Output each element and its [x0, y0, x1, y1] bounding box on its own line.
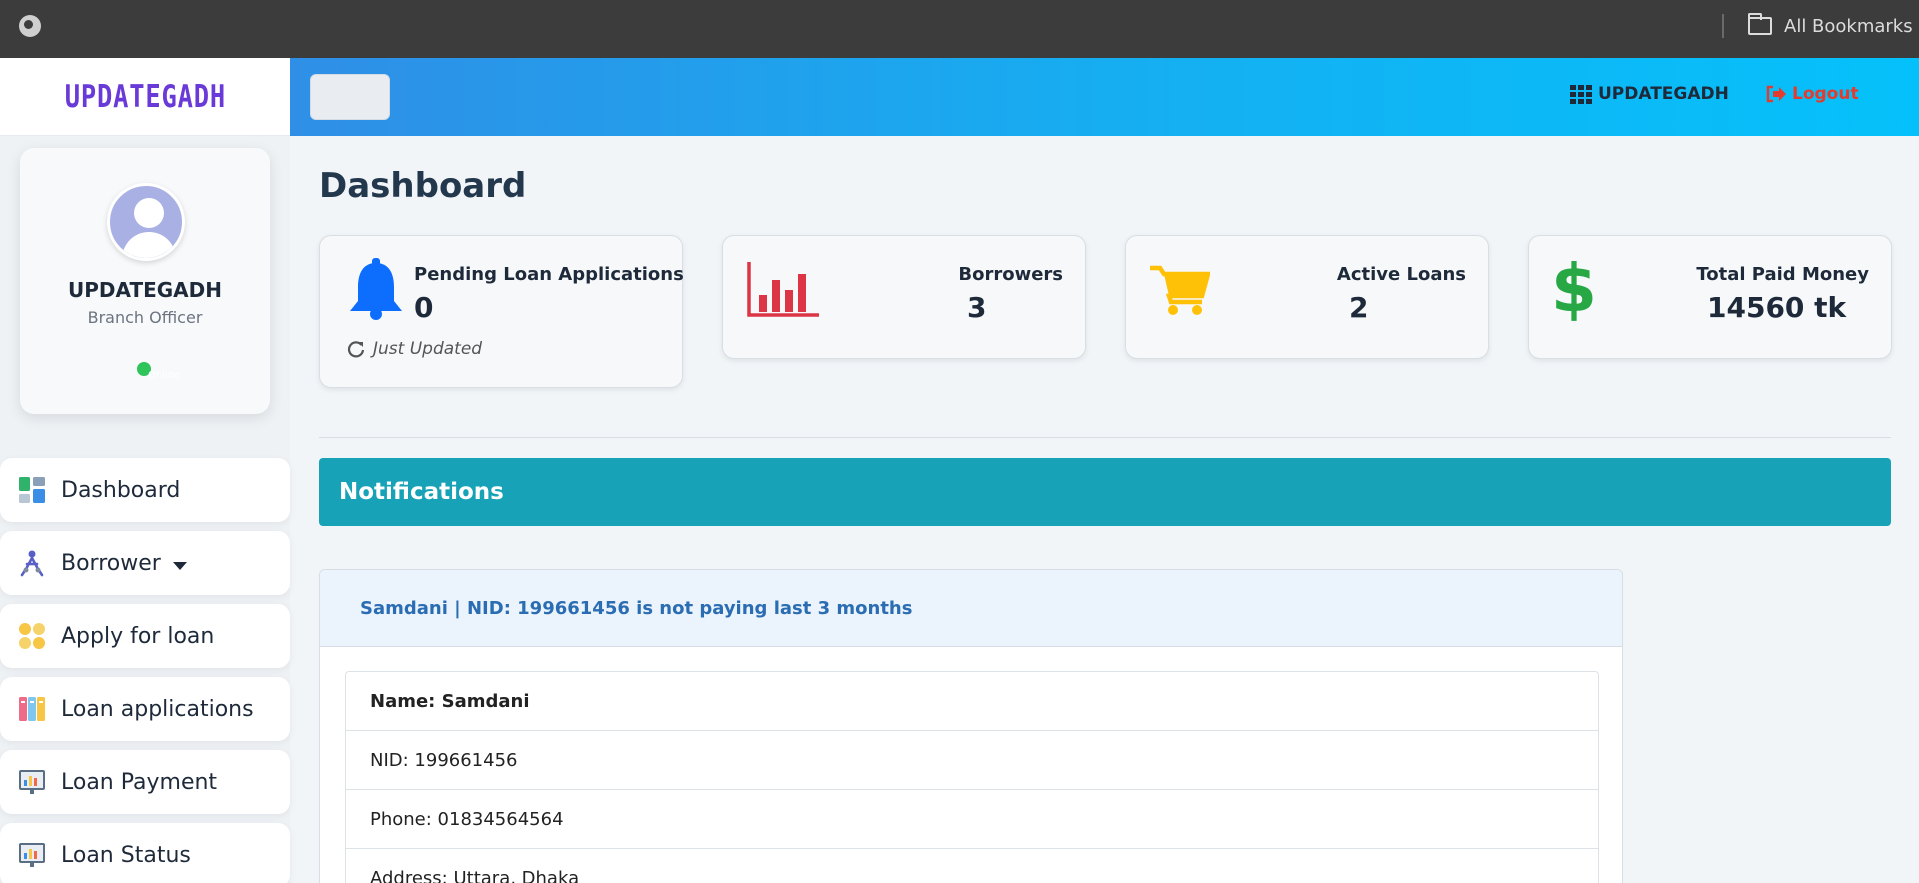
sidebar-item-loan-payment[interactable]: Loan Payment — [0, 750, 290, 814]
total-paid-money-card[interactable]: $ Total Paid Money 14560 tk — [1528, 235, 1892, 359]
bookmarks-separator — [1722, 14, 1724, 38]
logout-label: Logout — [1792, 84, 1859, 104]
pending-applications-card[interactable]: Pending Loan Applications 0 Just Updated — [319, 235, 684, 388]
sidebar-item-dashboard[interactable]: Dashboard — [0, 458, 290, 522]
notifications-header: Notifications — [319, 458, 1891, 526]
main-content: Dashboard Pending Loan Applications 0 Ju… — [290, 136, 1919, 883]
sidebar-item-label: Dashboard — [61, 477, 181, 503]
profile-card: UPDATEGADH Branch Officer Online — [20, 148, 270, 414]
logout-icon — [1766, 85, 1786, 103]
list-item-name: Name: Samdani — [346, 672, 1598, 731]
list-item-nid: NID: 199661456 — [346, 731, 1598, 790]
borrower-icon — [18, 549, 46, 577]
all-bookmarks-label: All Bookmarks — [1784, 15, 1913, 37]
sidebar-item-apply-for-loan[interactable]: Apply for loan — [0, 604, 290, 668]
browser-bar: All Bookmarks — [0, 0, 1919, 58]
borrower-info-list: Name: Samdani NID: 199661456 Phone: 0183… — [345, 671, 1599, 883]
loan-applications-icon — [18, 695, 46, 723]
card-value: 0 — [414, 291, 434, 324]
card-value: 14560 tk — [1707, 291, 1847, 324]
list-item-address: Address: Uttara, Dhaka — [346, 849, 1598, 883]
apply-loan-icon — [18, 622, 46, 650]
navbar-brand-link[interactable]: UPDATEGADH — [1570, 84, 1729, 104]
sidebar: UPDATEGADH UPDATEGADH Branch Officer Onl… — [0, 58, 290, 883]
cart-icon — [1150, 264, 1211, 320]
all-bookmarks-button[interactable]: All Bookmarks — [1748, 13, 1913, 39]
logout-button[interactable]: Logout — [1766, 84, 1859, 104]
sidebar-item-loan-applications[interactable]: Loan applications — [0, 677, 290, 741]
sidebar-item-label: Borrower — [61, 550, 161, 576]
notification-headline-bar: Samdani | NID: 199661456 is not paying l… — [320, 570, 1622, 647]
list-item-phone: Phone: 01834564564 — [346, 790, 1598, 849]
sidebar-toggle-button[interactable] — [310, 74, 390, 120]
active-loans-card[interactable]: Active Loans 2 — [1125, 235, 1489, 359]
grid-icon — [1570, 85, 1592, 104]
bar-chart-icon — [747, 262, 819, 322]
dollar-icon: $ — [1551, 250, 1597, 327]
borrowers-card[interactable]: Borrowers 3 — [722, 235, 1086, 359]
chevron-down-icon — [172, 562, 187, 570]
notification-card: Samdani | NID: 199661456 is not paying l… — [319, 569, 1623, 883]
avatar — [107, 183, 185, 261]
bell-icon — [347, 258, 405, 324]
profile-name: UPDATEGADH — [68, 278, 222, 302]
sidebar-item-label: Apply for loan — [61, 623, 215, 649]
section-divider — [319, 437, 1891, 438]
brand-logo: UPDATEGADH — [64, 78, 226, 115]
globe-icon[interactable] — [19, 15, 41, 37]
online-status-label: Online — [148, 370, 181, 381]
sidebar-item-label: Loan Payment — [61, 769, 218, 795]
notification-headline: Samdani | NID: 199661456 is not paying l… — [360, 597, 913, 619]
logo-box[interactable]: UPDATEGADH — [0, 58, 290, 136]
sidebar-item-label: Loan Status — [61, 842, 191, 868]
card-label: Active Loans — [1336, 264, 1466, 285]
sidebar-item-loan-status[interactable]: Loan Status — [0, 823, 290, 883]
refresh-icon — [347, 341, 365, 358]
card-value: 3 — [967, 291, 987, 324]
folder-icon — [1748, 13, 1772, 35]
sidebar-item-borrower[interactable]: Borrower — [0, 531, 290, 595]
dashboard-icon — [18, 476, 46, 504]
sidebar-item-label: Loan applications — [61, 696, 254, 722]
page-title: Dashboard — [319, 166, 527, 206]
card-footer-label: Just Updated — [373, 339, 483, 359]
card-label: Total Paid Money — [1696, 264, 1869, 285]
card-footer: Just Updated — [347, 339, 482, 359]
top-navbar: UPDATEGADH Logout — [290, 58, 1919, 136]
sidebar-menu: Dashboard Borrower Apply for loan Loan a… — [0, 458, 290, 883]
navbar-brand-label: UPDATEGADH — [1598, 84, 1729, 104]
card-label: Borrowers — [958, 264, 1063, 285]
card-value: 2 — [1349, 291, 1369, 324]
profile-role: Branch Officer — [87, 308, 203, 327]
loan-status-icon — [18, 841, 46, 869]
loan-payment-icon — [18, 768, 46, 796]
notifications-title: Notifications — [339, 479, 504, 505]
card-label: Pending Loan Applications — [414, 264, 684, 285]
